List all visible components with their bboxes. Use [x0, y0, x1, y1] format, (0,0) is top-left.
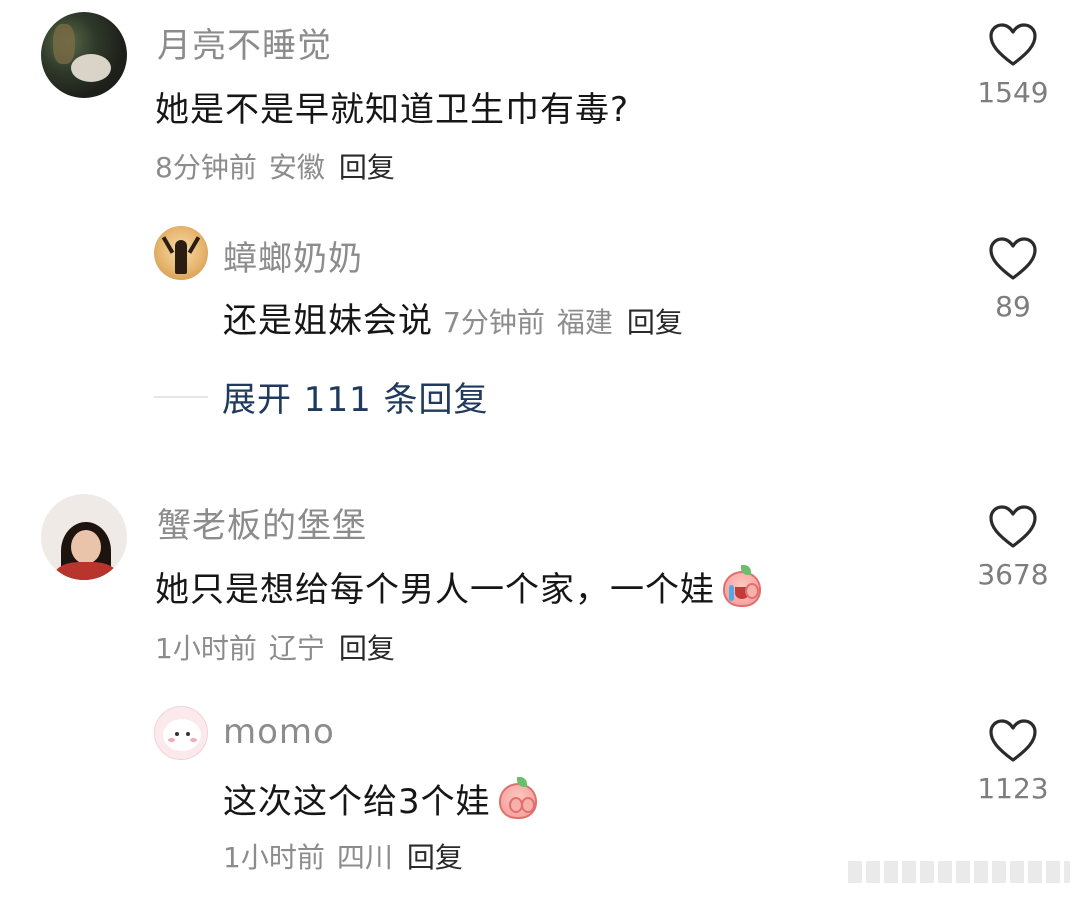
avatar-detail [163, 719, 201, 751]
comment-text[interactable]: 她只是想给每个男人一个家，一个娃 [155, 570, 715, 610]
comment-meta: 8分钟前 安徽 回复 [155, 146, 395, 186]
comment-time: 1小时前 [155, 632, 257, 665]
reply-button[interactable]: 回复 [407, 841, 463, 874]
like-count: 3678 [977, 558, 1049, 591]
like-button[interactable]: 89 [958, 236, 1068, 323]
avatar-detail [161, 236, 175, 254]
reply-button[interactable]: 回复 [627, 306, 683, 339]
avatar-detail [168, 738, 175, 742]
reply-button[interactable]: 回复 [339, 151, 395, 184]
avatar[interactable] [154, 706, 208, 760]
reply-location: 四川 [336, 841, 393, 874]
reply-text[interactable]: 还是姐妹会说 [223, 301, 433, 341]
like-button[interactable]: 1549 [958, 22, 1068, 109]
avatar[interactable] [41, 12, 127, 98]
like-button[interactable]: 3678 [958, 504, 1068, 591]
heart-outline-icon [989, 719, 1037, 762]
like-count: 1123 [977, 772, 1049, 805]
avatar[interactable] [41, 494, 127, 580]
avatar-detail [71, 54, 111, 82]
avatar-detail [53, 24, 75, 64]
comment-text[interactable]: 她是不是早就知道卫生巾有毒? [155, 82, 629, 131]
reply-text-line: 还是姐妹会说 7分钟前 福建 回复 [223, 293, 683, 342]
expand-replies-button[interactable]: 展开 111 条回复 [154, 372, 489, 421]
reply-location: 福建 [556, 306, 613, 339]
heart-outline-icon [989, 505, 1037, 548]
avatar-detail [55, 562, 117, 580]
comment-location: 辽宁 [268, 632, 325, 665]
avatar-detail [187, 236, 201, 254]
reply-text-line: 这次这个给3个娃 [223, 774, 541, 823]
heart-outline-icon [989, 237, 1037, 280]
comment-meta: 1小时前 辽宁 回复 [155, 627, 395, 667]
avatar-detail [186, 732, 190, 736]
reply-button[interactable]: 回复 [339, 632, 395, 665]
expand-replies-label[interactable]: 展开 111 条回复 [222, 372, 489, 421]
divider [154, 395, 208, 398]
comment-time: 8分钟前 [155, 151, 257, 184]
watermark [848, 861, 1070, 883]
reply-username[interactable]: 蟑螂奶奶 [223, 231, 363, 280]
comment-text-line: 她只是想给每个男人一个家，一个娃 [155, 562, 765, 611]
reply-meta: 1小时前 四川 回复 [223, 836, 463, 876]
avatar-detail [190, 738, 197, 742]
reply-meta: 7分钟前 福建 回复 [443, 306, 683, 339]
comment-location: 安徽 [268, 151, 325, 184]
like-button[interactable]: 1123 [958, 718, 1068, 805]
shy-peach-emoji-icon [495, 775, 541, 821]
reply-time: 7分钟前 [443, 306, 545, 339]
avatar-detail [71, 530, 101, 564]
comment-username[interactable]: 蟹老板的堡堡 [157, 498, 367, 547]
reply-time: 1小时前 [223, 841, 325, 874]
reply-text[interactable]: 这次这个给3个娃 [223, 782, 491, 822]
like-count: 89 [995, 290, 1031, 323]
avatar-detail [175, 732, 179, 736]
avatar-detail [175, 240, 187, 274]
avatar[interactable] [154, 226, 208, 280]
reply-username[interactable]: momo [223, 712, 335, 752]
comment-username[interactable]: 月亮不睡觉 [157, 18, 332, 67]
heart-outline-icon [989, 23, 1037, 66]
like-count: 1549 [977, 76, 1049, 109]
crying-peach-emoji-icon [719, 563, 765, 609]
